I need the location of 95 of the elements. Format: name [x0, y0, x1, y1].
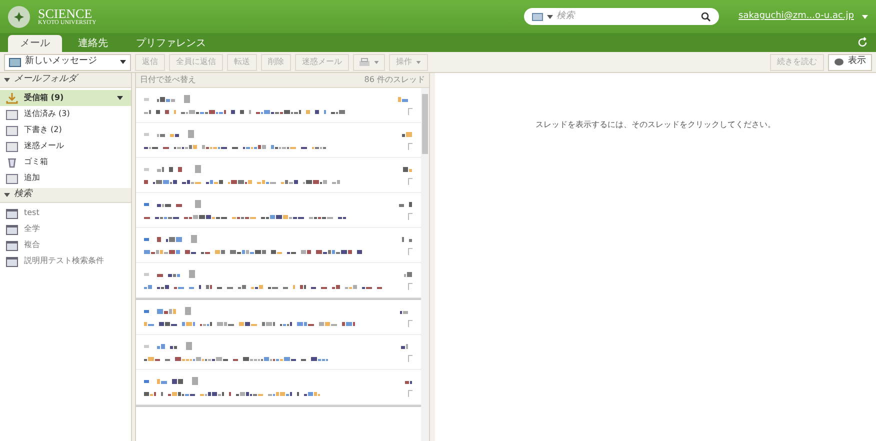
folder-icon — [6, 208, 18, 218]
flag-icon — [408, 390, 413, 397]
search-field[interactable]: 検索 — [556, 10, 697, 24]
folder-icon — [6, 256, 18, 266]
section-header[interactable]: メールフォルダ — [0, 73, 131, 88]
redacted-text — [402, 132, 413, 136]
folder-icon — [6, 240, 18, 250]
flag-icon — [408, 283, 413, 290]
redacted-text — [157, 96, 176, 102]
empty-hint: スレッドを表示するには、そのスレッドをクリックしてください。 — [536, 119, 776, 131]
tab[interactable]: メール — [8, 35, 62, 52]
flag-icon — [408, 108, 413, 115]
envelope-icon — [9, 58, 21, 66]
thread-count: 86 件のスレッド — [364, 74, 425, 86]
attachment-icon — [195, 165, 201, 173]
scrollbar[interactable] — [421, 88, 429, 441]
redacted-text — [405, 378, 413, 384]
attachment-icon — [185, 307, 191, 315]
mail-icon — [532, 12, 543, 20]
folder-item[interactable]: 送信済み (3) — [0, 106, 131, 122]
download-icon — [6, 92, 18, 104]
redacted-text — [157, 236, 183, 242]
tab[interactable]: 連絡先 — [66, 35, 120, 52]
caret-icon — [120, 60, 126, 64]
sort-button[interactable]: 日付で並べ替え — [140, 74, 196, 86]
printer-icon — [359, 58, 370, 66]
flag-icon — [408, 143, 413, 150]
redacted-text — [399, 202, 413, 206]
redacted-text — [404, 272, 413, 276]
folder-label: 下書き (2) — [24, 124, 63, 136]
attachment-icon — [186, 342, 192, 350]
folder-label: 送信済み (3) — [24, 108, 71, 120]
folder-label: test — [24, 207, 40, 219]
folder-item[interactable]: ゴミ箱 — [0, 154, 131, 170]
attachment-icon — [188, 130, 194, 138]
flag-icon — [408, 213, 413, 220]
folder-label: 迷惑メール — [24, 140, 65, 152]
search-bar[interactable]: 検索 — [524, 8, 719, 25]
redacted-text — [157, 272, 181, 276]
attachment-icon — [192, 377, 198, 385]
folder-label: 全学 — [24, 223, 41, 235]
caret-icon — [117, 96, 123, 100]
folder-label: 複合 — [24, 239, 41, 251]
caret-icon — [416, 60, 421, 64]
user-link[interactable]: sakaguchi@zm...o-u.ac.jp — [738, 10, 854, 24]
folder-label: 説明用テスト検索条件 — [24, 255, 105, 267]
attachment-icon — [184, 95, 190, 103]
logo-icon — [8, 6, 30, 28]
attachment-icon — [191, 235, 197, 243]
caret-icon — [546, 14, 553, 18]
folder-icon — [6, 224, 18, 234]
redacted-text — [403, 166, 413, 172]
logo-title: SCIENCE — [38, 7, 92, 20]
folder-item[interactable]: 全学 — [0, 221, 131, 237]
folder-label: 受信箱 (9) — [24, 92, 65, 104]
trash-icon — [6, 156, 18, 168]
caret-icon — [4, 78, 10, 82]
flag-icon — [408, 355, 413, 362]
view-button[interactable]: 表示 — [828, 54, 872, 70]
redacted-text — [157, 378, 184, 384]
folder-icon — [6, 140, 18, 152]
folder-item[interactable]: 追加 — [0, 170, 131, 186]
section-title: 検索 — [14, 188, 32, 202]
folder-label: 追加 — [24, 172, 41, 184]
folder-item[interactable]: 迷惑メール — [0, 138, 131, 154]
refresh-icon[interactable] — [857, 37, 868, 48]
caret-icon — [862, 14, 868, 18]
folder-item[interactable]: 説明用テスト検索条件 — [0, 253, 131, 269]
section-header[interactable]: 検索 — [0, 188, 131, 203]
speech-bubble-icon — [834, 58, 844, 66]
redacted-text — [402, 236, 413, 242]
folder-item[interactable]: test — [0, 205, 131, 221]
attachment-icon — [195, 200, 201, 208]
flag-icon — [408, 178, 413, 185]
redacted-text — [157, 344, 178, 348]
folder-item[interactable]: 受信箱 (9) — [0, 90, 131, 106]
flag-icon — [408, 248, 413, 255]
folder-item[interactable]: 下書き (2) — [0, 122, 131, 138]
attachment-icon — [189, 270, 195, 278]
redacted-text — [157, 308, 177, 314]
tab[interactable]: プリファレンス — [124, 35, 218, 52]
caret-icon — [4, 193, 10, 197]
folder-label: ゴミ箱 — [24, 156, 49, 168]
folder-icon — [6, 108, 18, 120]
redacted-text — [157, 132, 180, 136]
caret-icon — [374, 60, 379, 64]
actions-label: 操作 — [396, 56, 412, 68]
folder-icon — [6, 172, 18, 184]
folder-item[interactable]: 複合 — [0, 237, 131, 253]
folder-icon — [6, 124, 18, 136]
search-icon — [700, 12, 711, 22]
view-label: 表示 — [848, 55, 866, 68]
flag-icon — [408, 320, 413, 327]
section-title: メールフォルダ — [14, 73, 77, 86]
new-message-button[interactable]: 新しいメッセージ — [4, 54, 131, 70]
